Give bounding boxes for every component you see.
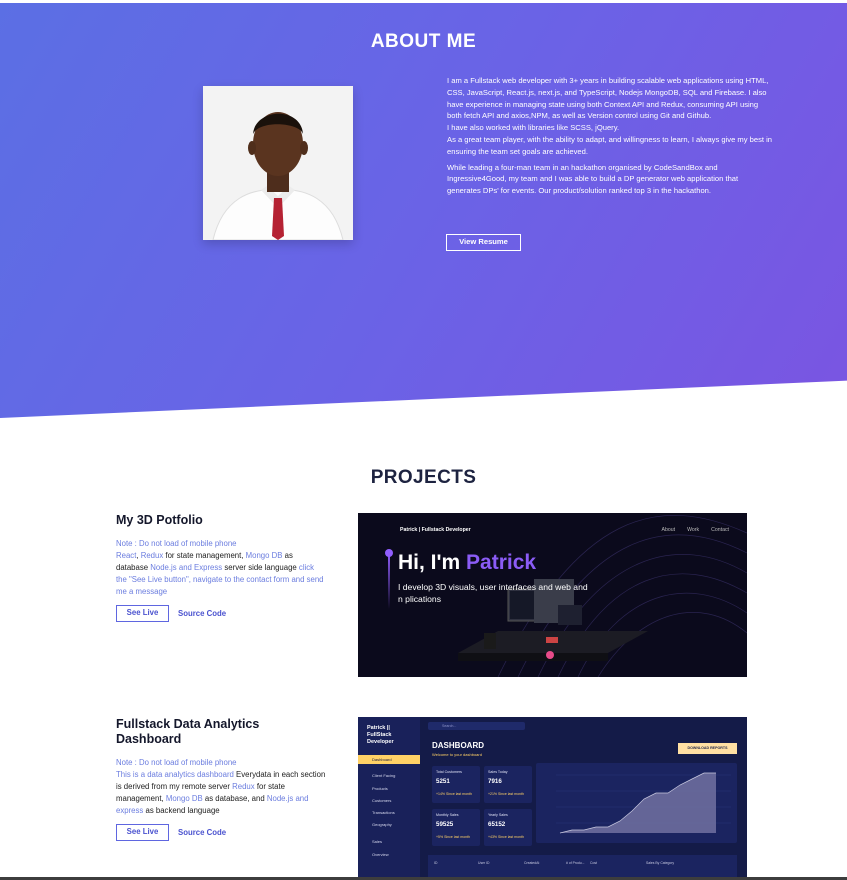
preview-nav-about: About [661, 527, 676, 533]
preview-menu-item: Overview [372, 852, 389, 857]
stat-card-change: +21% Since last month [488, 792, 524, 796]
preview-area-chart [536, 763, 737, 843]
see-live-button[interactable]: See Live [116, 824, 169, 841]
tech-link-redux: Redux [232, 782, 255, 791]
preview-menu-dashboard: Dashboard [372, 757, 392, 762]
about-title: ABOUT ME [370, 31, 477, 52]
tech-link-redux: Redux [140, 551, 164, 560]
desc-text: server side language [222, 563, 299, 572]
source-code-link[interactable]: Source Code [178, 824, 226, 841]
profile-photo-illustration [203, 86, 353, 240]
preview-nav: About Work Contact [662, 527, 729, 533]
about-paragraph-2: While leading a four-man team in an hack… [447, 162, 739, 196]
project-preview-portfolio[interactable]: Patrick | Fullstack Developer About Work… [358, 513, 747, 677]
preview-menu-item: Products [372, 786, 388, 791]
table-header: User ID [478, 861, 490, 865]
preview-heading-name: Patrick [466, 551, 537, 574]
stat-card: Sales Today 7916 +21% Since last month [484, 766, 532, 803]
preview-menu-item: Transactions [372, 810, 395, 815]
tech-link-node: Node.js and Express [150, 563, 223, 572]
about-paragraph-1: I am a Fullstack web developer with 3+ y… [447, 76, 773, 156]
see-live-button[interactable]: See Live [116, 605, 169, 622]
preview-search-placeholder: Search... [442, 723, 457, 728]
preview-heading: DASHBOARD [432, 741, 484, 750]
about-text: I am a Fullstack web developer with 3+ y… [447, 75, 773, 201]
stat-card-value: 59525 [436, 821, 454, 828]
preview-brand: Patrick || FullStack Developer [367, 725, 394, 745]
project-description: Note : Do not load of mobile phone This … [116, 757, 326, 817]
preview-nav-work: Work [687, 527, 700, 533]
preview-subtitle: I develop 3D visuals, user interfaces an… [398, 582, 588, 604]
table-header: ID [434, 861, 438, 865]
stat-card-label: Monthly Sales [436, 813, 459, 817]
preview-menu-section: Sales [372, 839, 383, 844]
project-title: My 3D Potfolio [116, 513, 203, 527]
profile-photo [203, 86, 353, 240]
stat-card: Yearly Sales 65152 +43% Since last month [484, 809, 532, 846]
table-header: CreatedAt [524, 861, 540, 865]
tech-link-mongodb: Mongo DB [165, 794, 203, 803]
tech-link-react: React [116, 551, 137, 560]
stat-card-change: +43% Since last month [488, 835, 524, 839]
preview-heading: Hi, I'm Patrick [398, 551, 536, 575]
projects-title: PROJECTS [370, 467, 477, 488]
stat-card-label: Sales Today [488, 770, 508, 774]
preview-menu-item: Geography [372, 822, 392, 827]
project-note: Note : Do not load of mobile phone [116, 758, 237, 767]
accent-line [388, 553, 390, 609]
desc-text: as database, and [202, 794, 267, 803]
source-code-link[interactable]: Source Code [178, 605, 226, 622]
project-intro: This is a data analytics dashboard [116, 770, 234, 779]
desc-text: as backend language [143, 806, 220, 815]
project-note: Note : Do not load of mobile phone [116, 539, 237, 548]
preview-nav-contact: Contact [711, 527, 729, 533]
table-header: # of Produ... [566, 861, 585, 865]
stat-card-label: Total Customers [436, 770, 462, 774]
tech-link-mongodb: Mongo DB [245, 551, 283, 560]
preview-menu-item: Customers [372, 798, 392, 803]
project-description: Note : Do not load of mobile phone React… [116, 538, 326, 598]
stat-card: Monthly Sales 59525 +5% Since last month [432, 809, 480, 846]
desc-text: for state management, [163, 551, 246, 560]
stat-card-label: Yearly Sales [488, 813, 508, 817]
preview-side-title: Sales By Category [646, 861, 675, 865]
stat-card-value: 7916 [488, 778, 502, 785]
preview-menu-active: Dashboard [358, 755, 420, 764]
preview-menu-section: Client Facing [372, 773, 396, 778]
preview-heading-text: Hi, I'm [398, 551, 467, 574]
preview-subheading: Welcome to your dashboard [432, 752, 482, 757]
project-title: Fullstack Data Analytics Dashboard [116, 717, 260, 746]
preview-download-button: DOWNLOAD REPORTS [678, 743, 737, 754]
about-section: ABOUT ME I am a Fullstack web developer … [0, 3, 847, 418]
stat-card-change: +14% Since last month [436, 792, 472, 796]
table-header: Cost [590, 861, 597, 865]
stat-card-value: 5251 [436, 778, 450, 785]
preview-area-chart-graphic [556, 772, 731, 834]
project-preview-dashboard[interactable]: Patrick || FullStack Developer Dashboard… [358, 717, 747, 880]
stat-card: Total Customers 5251 +14% Since last mon… [432, 766, 480, 803]
preview-search-bar: Search... [428, 722, 525, 730]
view-resume-button[interactable]: View Resume [446, 234, 521, 251]
stat-card-value: 65152 [488, 821, 506, 828]
stat-card-change: +5% Since last month [436, 835, 470, 839]
preview-brand: Patrick | Fullstack Developer [400, 527, 471, 533]
